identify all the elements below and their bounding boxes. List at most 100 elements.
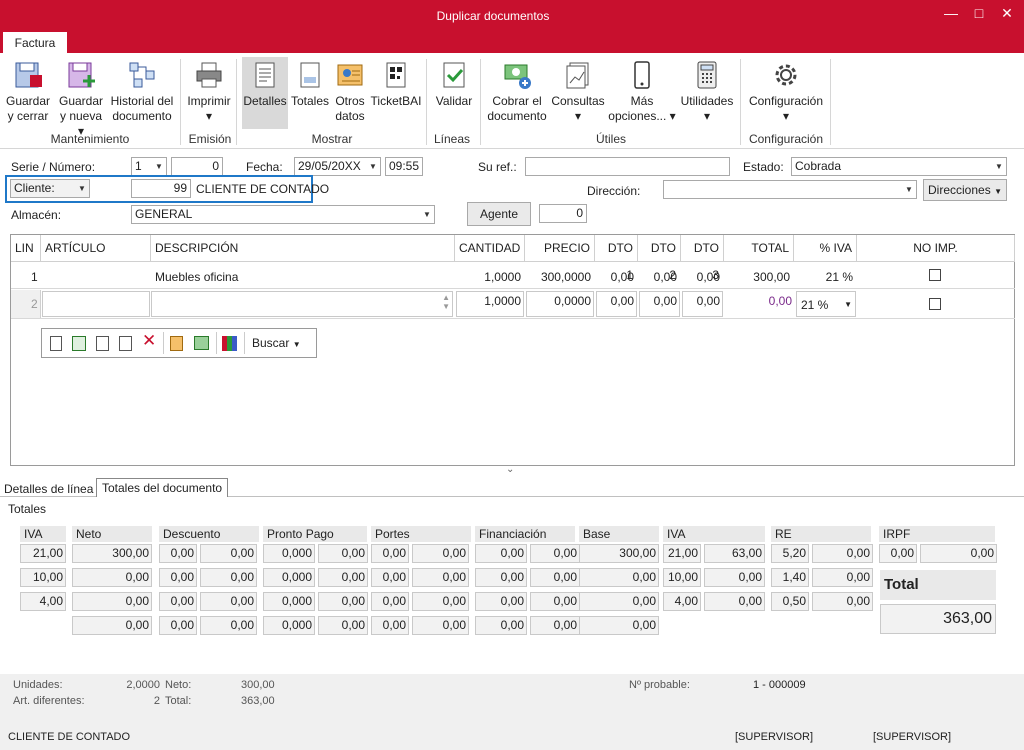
other-data-icon <box>337 64 363 86</box>
col-iva[interactable]: % IVA <box>794 235 857 262</box>
cobrar-button[interactable]: Cobrar el documento <box>486 59 548 124</box>
chevron-down-icon: ▼ <box>905 185 913 194</box>
bottom-tabs: Detalles de línea Totales del documento <box>0 477 1024 497</box>
col-descripcion[interactable]: DESCRIPCIÓN <box>151 235 455 262</box>
agente-field[interactable]: 0 <box>539 204 587 223</box>
status-user-2: [SUPERVISOR] <box>873 731 952 743</box>
col-cantidad[interactable]: CANTIDAD <box>455 235 525 262</box>
table-row[interactable]: 2 ▲ ▼ 1,0000 0,0000 0,00 0,00 0,00 0,00 2… <box>11 290 1015 319</box>
save-close-icon <box>15 62 42 88</box>
buscar-button[interactable]: Buscar ▼ <box>252 336 301 350</box>
grid-toolbar: ✕ Buscar ▼ <box>41 328 317 358</box>
ticketbai-button[interactable]: TicketBAI <box>370 59 422 109</box>
imprimir-label: Imprimir <box>187 94 231 108</box>
col-dto2[interactable]: DTO 2 <box>638 235 681 282</box>
delete-icon[interactable]: ✕ <box>142 331 156 351</box>
guardar-cerrar-label-2: y cerrar <box>7 109 49 123</box>
guardar-nueva-button[interactable]: Guardar y nueva ▾ <box>56 59 106 139</box>
col-total[interactable]: TOTAL <box>724 235 794 262</box>
no-imp-checkbox[interactable] <box>929 298 941 310</box>
totales-button[interactable]: Totales <box>290 59 330 109</box>
row-precio: 300,0000 <box>540 270 591 284</box>
neto-label: Neto: <box>165 679 192 691</box>
validar-button[interactable]: Validar <box>432 59 476 109</box>
tab-detalles-linea[interactable]: Detalles de línea <box>4 482 93 496</box>
estado-select[interactable]: Cobrada ▼ <box>791 157 1007 176</box>
detalles-button[interactable]: Detalles <box>242 57 288 129</box>
totals-cell: 0,00 <box>579 592 659 611</box>
minimize-button[interactable]: — <box>940 4 962 24</box>
row-dto1: 0,00 <box>610 270 634 284</box>
splitter-chevron-icon[interactable]: ⌄ <box>506 464 514 475</box>
totals-cell: 0,00 <box>530 616 580 635</box>
agente-button[interactable]: Agente <box>467 202 531 226</box>
col-dto3[interactable]: DTO 3 <box>681 235 724 282</box>
totals-cell: 0,00 <box>530 592 580 611</box>
almacen-select[interactable]: GENERAL ▼ <box>131 205 435 224</box>
no-imp-checkbox[interactable] <box>929 269 941 281</box>
hora-field[interactable]: 09:55 <box>385 157 423 176</box>
numero-field[interactable]: 0 <box>171 157 223 176</box>
direcciones-button[interactable]: Direcciones ▼ <box>923 179 1007 201</box>
direccion-select[interactable]: ▼ <box>663 180 917 199</box>
totals-cell: 0,00 <box>72 616 152 635</box>
image-icon[interactable] <box>194 336 209 350</box>
totals-cell: 0,00 <box>318 616 368 635</box>
articulo-input[interactable] <box>42 291 150 317</box>
row-cantidad: 1,0000 <box>484 270 521 284</box>
fecha-label: Fecha: <box>246 160 283 174</box>
cliente-select[interactable]: Cliente: ▼ <box>10 179 90 198</box>
suref-field[interactable] <box>525 157 730 176</box>
nprobable-value: 1 - 000009 <box>753 679 806 691</box>
row-iva: 21 % <box>825 270 853 284</box>
group-configuracion: Configuración <box>748 132 824 146</box>
totals-cell: 21,00 <box>663 544 701 563</box>
imprimir-button[interactable]: Imprimir ▾ <box>186 59 232 124</box>
notes-icon[interactable] <box>170 336 183 351</box>
calculator-icon <box>697 61 717 89</box>
totals-header: Descuento <box>159 526 259 542</box>
totals-cell: 0,00 <box>530 544 580 563</box>
maximize-button[interactable]: □ <box>968 4 990 24</box>
col-lin[interactable]: LIN <box>11 235 41 262</box>
totals-cell: 0,00 <box>475 592 527 611</box>
insert-line-icon[interactable] <box>72 336 86 351</box>
money-collect-icon <box>504 64 531 89</box>
col-precio[interactable]: PRECIO <box>525 235 595 262</box>
copy-line-icon[interactable] <box>96 336 109 351</box>
color-palette-icon[interactable] <box>222 336 237 351</box>
tab-factura[interactable]: Factura <box>3 32 67 54</box>
totals-cell: 0,00 <box>812 544 873 563</box>
ticketbai-label: TicketBAI <box>370 94 422 108</box>
serie-select[interactable]: 1 ▼ <box>131 157 167 176</box>
configuracion-button[interactable]: Configuración ▾ <box>746 59 826 124</box>
table-row[interactable]: 1 Muebles oficina 1,0000 300,0000 0,00 0… <box>11 263 1015 289</box>
col-articulo[interactable]: ARTÍCULO <box>41 235 151 262</box>
utilidades-button[interactable]: Utilidades ▾ <box>678 59 736 124</box>
mas-opciones-button[interactable]: Más opciones... ▾ <box>608 59 676 124</box>
toolbar-separator <box>163 332 164 354</box>
col-no-imp[interactable]: NO IMP. <box>857 235 1015 262</box>
buscar-label: Buscar <box>252 336 290 350</box>
guardar-cerrar-button[interactable]: Guardar y cerrar <box>4 59 52 124</box>
fecha-field[interactable]: 29/05/20XX ▼ <box>294 157 381 176</box>
otros-datos-button[interactable]: Otros datos <box>332 59 368 124</box>
new-line-icon[interactable] <box>50 336 62 351</box>
cliente-code-field[interactable]: 99 <box>131 179 191 198</box>
tab-totales-documento[interactable]: Totales del documento <box>96 478 229 497</box>
serie-value: 1 <box>135 159 142 173</box>
close-button[interactable]: ✕ <box>996 4 1018 24</box>
col-dto1[interactable]: DTO 1 <box>595 235 638 282</box>
edit-line-icon[interactable] <box>119 336 132 351</box>
totals-cell: 0,00 <box>371 616 409 635</box>
historial-button[interactable]: Historial del documento <box>108 59 176 124</box>
row-total: 300,00 <box>753 270 790 284</box>
row-dto3: 0,00 <box>696 270 720 284</box>
totals-cell: 0,00 <box>200 568 257 587</box>
totals-cell: 0,000 <box>263 592 315 611</box>
descripcion-input[interactable]: ▲ ▼ <box>151 291 453 317</box>
consultas-button[interactable]: Consultas ▾ <box>550 59 606 124</box>
iva-select[interactable]: 21 % ▼ <box>796 291 856 317</box>
history-tree-icon <box>129 62 155 88</box>
save-new-icon <box>68 62 95 88</box>
